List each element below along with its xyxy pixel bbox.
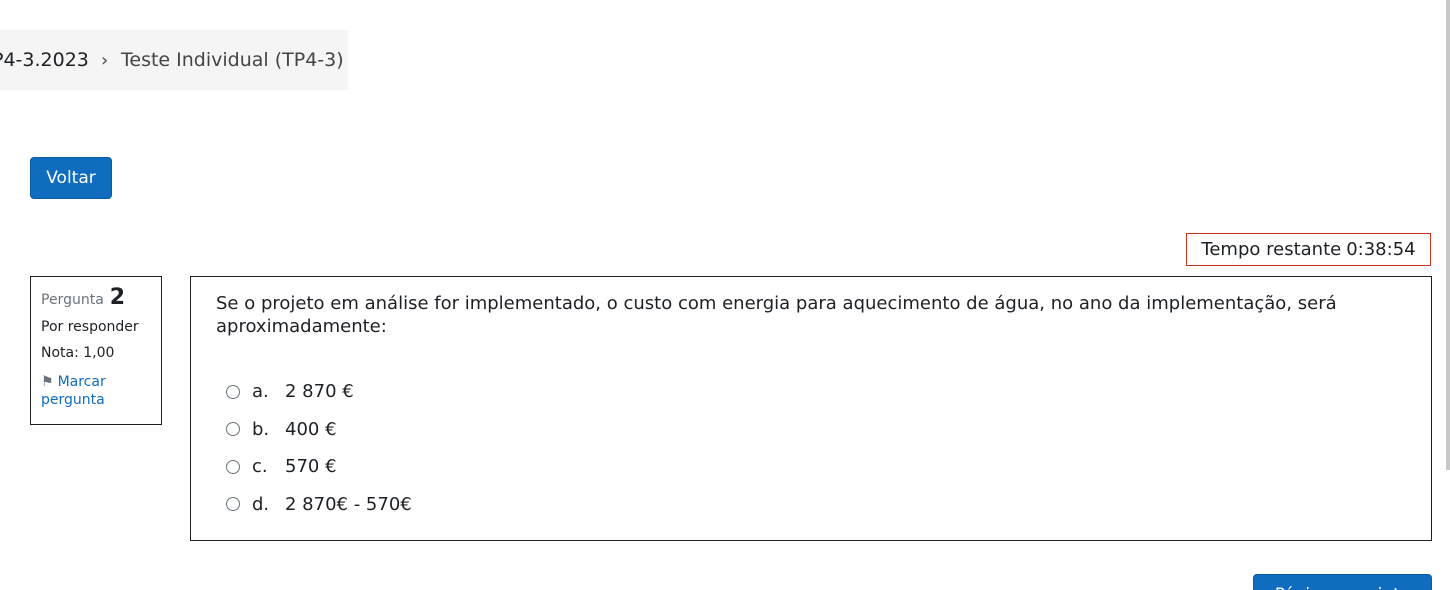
radio-button[interactable] xyxy=(226,384,240,399)
answer-option-b[interactable]: b. 400 € xyxy=(226,411,412,449)
radio-button[interactable] xyxy=(226,459,240,474)
answer-letter: b. xyxy=(252,418,270,440)
answer-option-d[interactable]: d. 2 870€ - 570€ xyxy=(226,486,412,524)
next-page-button[interactable]: Página seguinte xyxy=(1253,574,1432,590)
quiz-page: P4-3.2023 › Teste Individual (TP4-3) Vol… xyxy=(0,0,1450,590)
time-remaining: Tempo restante 0:38:54 xyxy=(1186,233,1431,266)
breadcrumb-item-course[interactable]: P4-3.2023 xyxy=(0,49,89,71)
radio-button[interactable] xyxy=(226,497,240,512)
question-state: Por responder xyxy=(41,319,139,335)
back-button[interactable]: Voltar xyxy=(30,157,112,199)
question-panel: Se o projeto em análise for implementado… xyxy=(190,276,1432,541)
question-info-panel: Pergunta 2 Por responder Nota: 1,00 ⚑ Mar… xyxy=(30,276,162,425)
breadcrumb-item-quiz[interactable]: Teste Individual (TP4-3) xyxy=(121,49,344,71)
time-remaining-label: Tempo restante xyxy=(1201,239,1342,260)
answer-list: a. 2 870 € b. 400 € c. 570 € d. 2 870€ -… xyxy=(226,373,412,523)
question-number: 2 xyxy=(109,285,126,310)
breadcrumb: P4-3.2023 › Teste Individual (TP4-3) xyxy=(0,30,348,90)
answer-letter: d. xyxy=(252,493,270,515)
question-grade: Nota: 1,00 xyxy=(41,345,115,361)
answer-text: 2 870€ - 570€ xyxy=(285,493,412,515)
time-remaining-value: 0:38:54 xyxy=(1346,239,1416,260)
breadcrumb-separator-icon: › xyxy=(101,49,109,71)
flag-icon: ⚑ xyxy=(41,374,54,390)
question-label: Pergunta xyxy=(41,292,104,308)
answer-letter: a. xyxy=(252,381,269,403)
radio-button[interactable] xyxy=(226,422,240,437)
question-text: Se o projeto em análise for implementado… xyxy=(216,293,1337,337)
answer-text: 2 870 € xyxy=(285,381,354,403)
answer-option-c[interactable]: c. 570 € xyxy=(226,448,412,486)
answer-text: 570 € xyxy=(285,456,337,478)
page-scrollbar[interactable] xyxy=(1446,0,1450,470)
answer-letter: c. xyxy=(252,456,268,478)
answer-text: 400 € xyxy=(285,418,337,440)
answer-option-a[interactable]: a. 2 870 € xyxy=(226,373,412,411)
flag-question-link[interactable]: ⚑ Marcar pergunta xyxy=(41,373,151,409)
question-heading: Pergunta 2 xyxy=(41,285,151,310)
